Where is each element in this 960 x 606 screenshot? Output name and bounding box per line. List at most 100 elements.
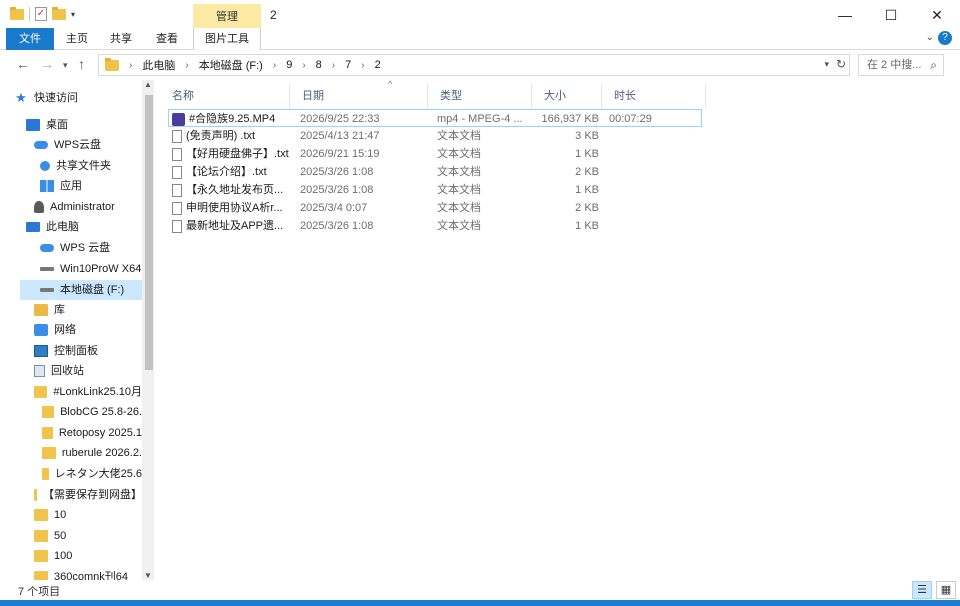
- search-icon[interactable]: ⌕: [930, 55, 937, 75]
- sidebar-item-folder[interactable]: 10: [34, 505, 142, 525]
- file-name-cell: 【永久地址发布页...: [172, 181, 297, 199]
- file-size: 166,937 KB: [541, 113, 600, 125]
- up-arrow-icon[interactable]: ↑: [78, 56, 85, 72]
- sidebar-item-folder[interactable]: 【需要保存到网盘】: [34, 485, 142, 505]
- sidebar-item-label: 控制面板: [54, 345, 98, 357]
- column-header-type[interactable]: 类型: [428, 84, 532, 108]
- sidebar-item-wps-cloud-2[interactable]: WPS 云盘: [40, 238, 142, 258]
- scroll-up-icon[interactable]: ▲: [144, 80, 152, 89]
- tab-share[interactable]: 共享: [102, 28, 140, 50]
- column-header-date[interactable]: 日期: [290, 84, 428, 108]
- details-view-icon[interactable]: ☰: [912, 581, 932, 599]
- new-folder-icon[interactable]: [52, 6, 66, 20]
- sidebar-item-folder[interactable]: 360comnk刊64: [34, 567, 142, 580]
- tab-home[interactable]: 主页: [58, 28, 96, 50]
- sidebar-item-administrator[interactable]: Administrator: [34, 197, 142, 217]
- file-duration: 00:07:29: [609, 113, 652, 125]
- refresh-icon[interactable]: ↻: [836, 57, 846, 71]
- forward-arrow-icon[interactable]: →: [40, 56, 54, 72]
- sidebar-item-folder[interactable]: #LonkLink25.10月: [34, 382, 142, 402]
- text-file-icon: [172, 183, 182, 197]
- chevron-right-icon[interactable]: ›: [185, 60, 188, 71]
- window-title: 2: [270, 8, 277, 22]
- large-icons-view-icon[interactable]: ▦: [936, 581, 956, 599]
- file-name-cell: 【好用硬盘佛子】.txt: [172, 145, 297, 163]
- file-date: 2025/3/26 1:08: [300, 184, 374, 196]
- column-header-duration[interactable]: 时长: [602, 84, 706, 108]
- sidebar-item-label: BlobCG 25.8-26.: [60, 406, 142, 418]
- apps-icon: [40, 180, 54, 192]
- column-header-name[interactable]: 名称: [160, 84, 290, 108]
- expand-ribbon-icon[interactable]: ⌄: [926, 32, 934, 43]
- column-header-size[interactable]: 大小: [532, 84, 602, 108]
- folder-icon: [42, 468, 49, 480]
- sidebar-item-system-drive[interactable]: Win10ProW X64: [40, 259, 142, 279]
- breadcrumb-this-pc[interactable]: 此电脑: [142, 57, 175, 73]
- sidebar-item-label: 快速访问: [34, 92, 78, 104]
- sidebar-item-label: 100: [54, 550, 73, 562]
- table-row[interactable]: 【好用硬盘佛子】.txt 2026/9/21 15:19 文本文档 1 KB: [168, 145, 702, 163]
- sidebar-item-folder[interactable]: レネタン大佬25.6: [42, 464, 142, 484]
- chevron-down-icon[interactable]: ▾: [71, 10, 75, 19]
- sidebar-item-control-panel[interactable]: 控制面板: [34, 341, 142, 361]
- breadcrumb-9[interactable]: 9: [286, 59, 292, 71]
- chevron-right-icon[interactable]: ›: [332, 60, 335, 71]
- scroll-down-icon[interactable]: ▼: [144, 571, 152, 580]
- address-dropdown-icon[interactable]: ▾: [824, 59, 829, 70]
- taskbar-edge: [0, 600, 960, 606]
- sidebar-item-shared-folder[interactable]: 共享文件夹: [40, 156, 142, 176]
- chevron-right-icon[interactable]: ›: [361, 60, 364, 71]
- help-icon[interactable]: ?: [938, 31, 952, 45]
- maximize-button[interactable]: ☐: [868, 0, 914, 30]
- sidebar-item-desktop[interactable]: 桌面: [26, 115, 142, 135]
- file-name-cell: (免责声明) .txt: [172, 127, 297, 145]
- sidebar-item-folder[interactable]: Retoposy 2025.1: [42, 423, 142, 443]
- table-row[interactable]: 最新地址及APP遗... 2025/3/26 1:08 文本文档 1 KB: [168, 217, 702, 235]
- chevron-right-icon[interactable]: ›: [273, 60, 276, 71]
- table-row[interactable]: (免责声明) .txt 2025/4/13 21:47 文本文档 3 KB: [168, 127, 702, 145]
- sidebar-item-libraries[interactable]: 库: [34, 300, 142, 320]
- sidebar-item-this-pc[interactable]: 此电脑: [26, 217, 142, 237]
- close-button[interactable]: ✕: [914, 0, 960, 30]
- sidebar-item-label: 【需要保存到网盘】: [43, 489, 142, 501]
- minimize-button[interactable]: —: [822, 0, 868, 30]
- file-size: 2 KB: [575, 166, 599, 178]
- folder-icon: [105, 57, 119, 71]
- sidebar-item-apps[interactable]: 应用: [40, 176, 142, 196]
- cloud-icon: [34, 141, 48, 149]
- drive-icon: [40, 267, 54, 271]
- table-row[interactable]: 【永久地址发布页... 2025/3/26 1:08 文本文档 1 KB: [168, 181, 702, 199]
- breadcrumb-7[interactable]: 7: [345, 59, 351, 71]
- chevron-right-icon[interactable]: ›: [129, 60, 132, 71]
- sidebar-item-local-disk-f[interactable]: 本地磁盘 (F:): [20, 280, 142, 300]
- sidebar-item-wps-cloud[interactable]: WPS云盘: [34, 135, 142, 155]
- table-row[interactable]: #合隐族9.25.MP4 2026/9/25 22:33 mp4 - MPEG-…: [168, 109, 702, 127]
- table-row[interactable]: 【论坛介绍】.txt 2025/3/26 1:08 文本文档 2 KB: [168, 163, 702, 181]
- sidebar-item-folder[interactable]: 100: [34, 546, 142, 566]
- sidebar-item-label: 此电脑: [46, 221, 79, 233]
- video-file-icon: [172, 112, 185, 126]
- sidebar-item-network[interactable]: 网络: [34, 320, 142, 340]
- breadcrumb-2[interactable]: 2: [375, 59, 381, 71]
- breadcrumb-local-disk[interactable]: 本地磁盘 (F:): [199, 57, 263, 73]
- table-row[interactable]: 申明使用协议A析r... 2025/3/4 0:07 文本文档 2 KB: [168, 199, 702, 217]
- properties-icon[interactable]: ✓: [35, 7, 47, 21]
- sidebar-item-quick-access[interactable]: ★ 快速访问: [14, 88, 142, 108]
- folder-icon: [34, 571, 48, 580]
- sidebar-item-folder[interactable]: BlobCG 25.8-26.: [42, 402, 142, 422]
- tab-view[interactable]: 查看: [148, 28, 186, 50]
- sidebar-item-folder[interactable]: 50: [34, 526, 142, 546]
- search-input[interactable]: 在 2 中搜... ⌕: [858, 54, 944, 76]
- pc-icon: [26, 222, 40, 232]
- breadcrumb-8[interactable]: 8: [316, 59, 322, 71]
- ribbon-tabs: 文件 主页 共享 查看 图片工具 ⌄ ?: [0, 28, 960, 50]
- address-bar[interactable]: › 此电脑 › 本地磁盘 (F:) › 9 › 8 › 7 › 2 ▾ ↻: [98, 54, 850, 76]
- tab-picture-tools[interactable]: 图片工具: [193, 28, 261, 50]
- tab-file[interactable]: 文件: [6, 28, 54, 50]
- recent-locations-icon[interactable]: ▾: [63, 60, 68, 71]
- back-arrow-icon[interactable]: ←: [16, 56, 30, 72]
- sidebar-item-recycle-bin[interactable]: 回收站: [34, 361, 142, 381]
- sidebar-item-folder[interactable]: ruberule 2026.2.: [42, 443, 142, 463]
- scrollbar-thumb[interactable]: [145, 95, 153, 370]
- chevron-right-icon[interactable]: ›: [302, 60, 305, 71]
